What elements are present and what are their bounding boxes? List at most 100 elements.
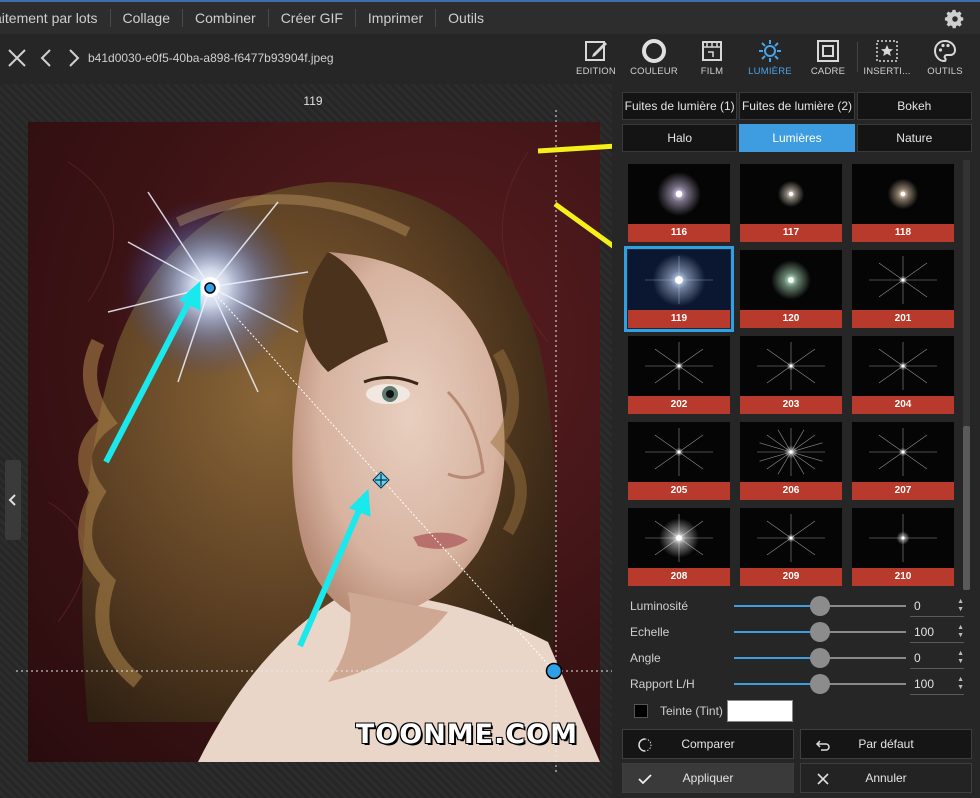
slider-echelle: Echelle 100 ▲ ▼ [630, 620, 970, 646]
tool-label: FILM [700, 66, 724, 77]
light-preview [852, 336, 954, 396]
menu-batch-processing[interactable]: aitement par lots [0, 9, 111, 27]
spin-arrows-icon[interactable]: ▲ ▼ [957, 624, 964, 640]
close-icon[interactable] [6, 47, 28, 69]
light-preview [628, 164, 730, 224]
tool-insertion[interactable]: INSERTI... [858, 34, 916, 84]
value-input[interactable]: 0 ▲ ▼ [910, 647, 964, 669]
portrait-illustration [47, 151, 600, 762]
slider-knob[interactable] [810, 596, 830, 616]
photo-canvas[interactable]: TOONME.COM [28, 122, 600, 762]
spin-arrows-icon[interactable]: ▲ ▼ [957, 676, 964, 692]
light-preview [852, 422, 954, 482]
scrollbar-thumb[interactable] [963, 426, 970, 590]
compare-button[interactable]: Comparer [622, 729, 794, 759]
thumbnail-label: 119 [628, 310, 730, 328]
effect-thumbnail[interactable]: 209 [740, 508, 842, 586]
tint-color-swatch[interactable] [726, 700, 793, 722]
tint-label: Teinte (Tint) [660, 704, 723, 718]
thumbnail-label: 204 [852, 396, 954, 414]
light-preview [852, 164, 954, 224]
film-icon [702, 41, 722, 61]
menu-collage[interactable]: Collage [111, 9, 183, 27]
tool-cadre[interactable]: CADRE [799, 34, 857, 84]
tint-checkbox[interactable] [634, 704, 648, 718]
light-preview [740, 250, 842, 310]
thumbnail-label: 207 [852, 482, 954, 500]
slider-label: Rapport L/H [630, 677, 695, 691]
effect-thumbnail[interactable]: 120 [740, 250, 842, 328]
tool-label: OUTILS [927, 66, 963, 77]
tool-lumiere[interactable]: LUMIÈRE [741, 34, 799, 84]
top-menu-bar: aitement par lots Collage Combiner Créer… [0, 0, 980, 34]
spin-arrows-icon[interactable]: ▲ ▼ [957, 598, 964, 614]
menu-create-gif[interactable]: Créer GIF [269, 9, 356, 27]
effect-thumbnail[interactable]: 202 [628, 336, 730, 414]
thumbnail-label: 201 [852, 310, 954, 328]
tool-film[interactable]: FILM [683, 34, 741, 84]
tab-halo[interactable]: Halo [622, 124, 738, 152]
collapse-panel-button[interactable] [5, 460, 21, 540]
file-name: b41d0030-e0f5-40ba-a898-f6477b93904f.jpe… [88, 51, 334, 65]
effect-thumbnail[interactable]: 119 [624, 246, 734, 332]
light-preview [740, 164, 842, 224]
slider-track-rest [820, 683, 906, 685]
tool-outils[interactable]: OUTILS [916, 34, 974, 84]
slider-knob[interactable] [810, 674, 830, 694]
category-tabs-row1: Fuites de lumière (1) Fuites de lumière … [622, 92, 972, 120]
thumbnail-label: 116 [628, 224, 730, 242]
menu-combine[interactable]: Combiner [183, 9, 269, 27]
palette-icon [933, 39, 957, 63]
effect-thumbnail[interactable]: 116 [628, 164, 730, 242]
effect-thumbnail[interactable]: 203 [740, 336, 842, 414]
light-preview [740, 422, 842, 482]
value-text: 100 [914, 677, 935, 691]
effect-thumbnail[interactable]: 117 [740, 164, 842, 242]
thumbnail-label: 209 [740, 568, 842, 586]
menu-tools[interactable]: Outils [436, 9, 496, 27]
effect-thumbnail[interactable]: 201 [852, 250, 954, 328]
sun-icon [759, 40, 781, 62]
slider-track-rest [820, 605, 906, 607]
slider-track-rest [820, 657, 906, 659]
tab-nature[interactable]: Nature [856, 124, 972, 152]
watermark-text: TOONME.COM [355, 719, 578, 750]
effect-thumbnail[interactable]: 118 [852, 164, 954, 242]
thumbnail-label: 210 [852, 568, 954, 586]
tool-tabs: EDITION COULEUR FILM LUMIÈRE CADRE INSER… [567, 34, 974, 84]
tab-light-leaks-1[interactable]: Fuites de lumière (1) [622, 92, 738, 120]
tab-bokeh[interactable]: Bokeh [856, 92, 972, 120]
tool-label: INSERTI... [863, 66, 911, 77]
slider-knob[interactable] [810, 648, 830, 668]
reset-default-button[interactable]: Par défaut [800, 729, 972, 759]
slider-track-rest [820, 631, 906, 633]
effect-thumbnail[interactable]: 207 [852, 422, 954, 500]
thumbnail-label: 203 [740, 396, 842, 414]
effect-thumbnail[interactable]: 210 [852, 508, 954, 586]
apply-button[interactable]: Appliquer [622, 763, 794, 793]
thumbnail-scrollbar[interactable] [963, 160, 970, 590]
spin-arrows-icon[interactable]: ▲ ▼ [957, 650, 964, 666]
gear-icon[interactable] [944, 8, 966, 30]
value-input[interactable]: 0 ▲ ▼ [910, 595, 964, 617]
cancel-button[interactable]: Annuler [800, 763, 972, 793]
effect-thumbnail[interactable]: 204 [852, 336, 954, 414]
slider-knob[interactable] [810, 622, 830, 642]
tool-edition[interactable]: EDITION [567, 34, 625, 84]
chevron-right-icon[interactable] [62, 47, 84, 69]
value-input[interactable]: 100 ▲ ▼ [910, 673, 964, 695]
effect-thumbnail[interactable]: 208 [628, 508, 730, 586]
light-effects-panel: Fuites de lumière (1) Fuites de lumière … [612, 84, 980, 798]
slider-rapport-lh: Rapport L/H 100 ▲ ▼ [630, 672, 970, 698]
tab-lumieres[interactable]: Lumières [739, 124, 855, 152]
edit-icon [585, 41, 607, 61]
value-input[interactable]: 100 ▲ ▼ [910, 621, 964, 643]
tab-light-leaks-2[interactable]: Fuites de lumière (2) [739, 92, 855, 120]
effect-thumbnail[interactable]: 206 [740, 422, 842, 500]
effect-thumbnail[interactable]: 205 [628, 422, 730, 500]
tint-control: Teinte (Tint) [634, 700, 793, 722]
tool-couleur[interactable]: COULEUR [625, 34, 683, 84]
menu-print[interactable]: Imprimer [356, 9, 437, 27]
chevron-left-icon[interactable] [36, 47, 58, 69]
thumbnail-label: 208 [628, 568, 730, 586]
